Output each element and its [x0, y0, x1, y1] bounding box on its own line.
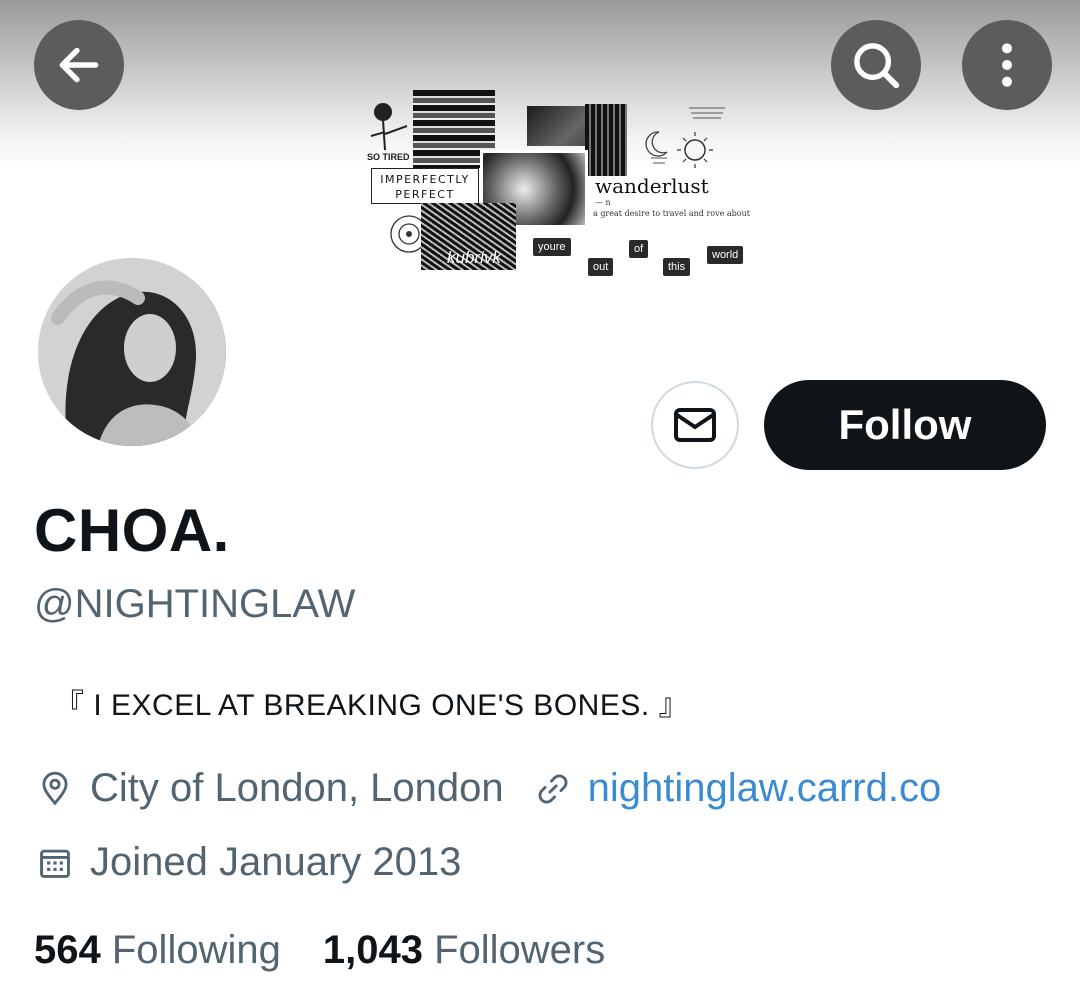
banner-wanderlust: wanderlust: [595, 174, 709, 198]
following-stat[interactable]: 564 Following: [34, 928, 281, 972]
display-name: CHOA.: [34, 497, 230, 564]
banner-wanderlust-definition: a great desire to travel and rove about: [593, 209, 750, 218]
user-handle: @NIGHTINGLAW: [34, 582, 356, 626]
follow-button[interactable]: Follow: [764, 380, 1046, 470]
follow-stats: 564 Following 1,043 Followers: [34, 928, 605, 973]
search-button[interactable]: [831, 20, 921, 110]
rose-illustration: [370, 103, 408, 151]
banner-collage: SO TIRED IMPERFECTLY PERFECT wanderlust …: [355, 88, 755, 288]
banner-tag-this: this: [663, 258, 691, 276]
message-button[interactable]: [651, 381, 739, 469]
following-count: 564: [34, 928, 101, 972]
sun-moon-doodle: [645, 107, 725, 168]
link-icon: [534, 770, 572, 808]
banner-tag-out: out: [588, 258, 614, 276]
banner-tag-world: world: [707, 246, 744, 264]
banner-tag-of: of: [629, 240, 649, 258]
banner-tag-youre: youre: [533, 238, 571, 256]
search-icon: [854, 43, 900, 89]
avatar[interactable]: [34, 254, 230, 450]
avatar-portrait: [38, 258, 226, 446]
profile-meta-location-row: City of London, London nightinglaw.carrd…: [36, 766, 941, 811]
more-options-button[interactable]: [962, 20, 1052, 110]
location-text: City of London, London: [90, 766, 504, 810]
more-vertical-icon: [1002, 43, 1012, 87]
banner-so-tired: SO TIRED: [367, 152, 410, 162]
calendar-icon: [36, 844, 74, 882]
arrow-left-icon: [59, 47, 99, 83]
banner-wanderlust-pos: — n: [595, 198, 611, 207]
banner-imperfectly-perfect: IMPERFECTLY PERFECT: [371, 168, 479, 204]
banner-kubrivk: kubrivk: [447, 248, 501, 267]
following-label: Following: [111, 928, 281, 972]
location-pin-icon: [36, 770, 74, 808]
back-button[interactable]: [34, 20, 124, 110]
followers-count: 1,043: [322, 928, 423, 972]
followers-label: Followers: [434, 928, 606, 972]
profile-meta-joined-row: Joined January 2013: [36, 840, 461, 885]
building-photo: [585, 104, 627, 176]
profile-bio: 『 I EXCEL AT BREAKING ONE'S BONES. 』: [54, 689, 690, 722]
mail-icon: [674, 408, 716, 442]
followers-stat[interactable]: 1,043 Followers: [323, 928, 605, 972]
profile-banner[interactable]: SO TIRED IMPERFECTLY PERFECT wanderlust …: [0, 0, 1080, 300]
website-link[interactable]: nightinglaw.carrd.co: [588, 766, 942, 811]
joined-date-text: Joined January 2013: [90, 840, 462, 884]
